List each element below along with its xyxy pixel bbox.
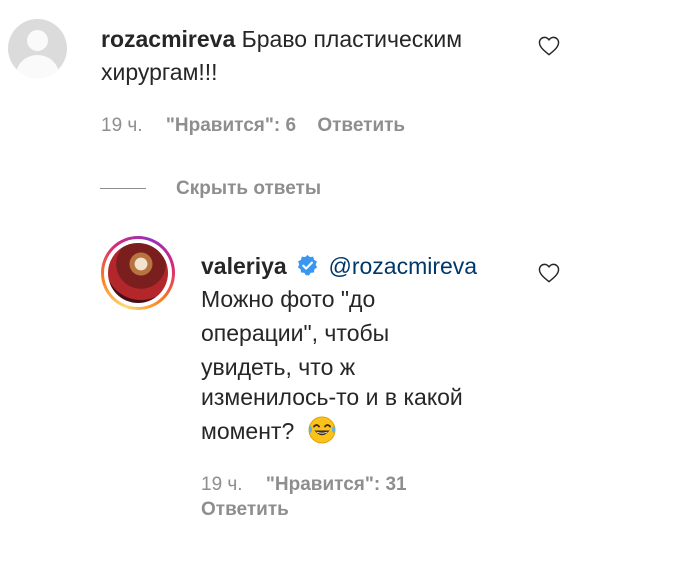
reply-text-last: момент? [201,418,295,444]
reply-time: 19 ч. [201,474,243,495]
comment-likes[interactable]: "Нравится": 6 [166,115,296,136]
reply-text-line: момент? [201,415,337,447]
comment-body: rozacmireva Браво пластическим [101,24,521,55]
mention-link[interactable]: @rozacmireva [328,253,477,279]
hide-replies-button[interactable]: Скрыть ответы [176,177,321,201]
comment-meta: 19 ч. "Нравится": 6 Ответить [101,114,405,138]
comment-text-line: хирургам!!! [101,59,218,85]
avatar[interactable] [8,19,67,78]
reply-text-line: операции", чтобы [201,320,390,346]
replies-divider-line [100,188,146,189]
reply-header: valeriya @rozacmireva [201,251,477,282]
reply-likes[interactable]: "Нравится": 31 [266,474,407,495]
comment-time: 19 ч. [101,115,143,136]
avatar[interactable] [101,236,175,310]
comment-text-line: Браво пластическим [241,26,463,52]
verified-badge-icon [298,254,318,276]
reply-text-line: Можно фото "до [201,286,376,312]
reply-meta-second-line: Ответить [201,498,289,522]
heart-icon[interactable] [538,36,560,56]
avatar-placeholder-body [16,55,59,78]
reply-text-line: изменилось-то и в какой [201,384,463,410]
heart-icon[interactable] [538,263,560,283]
laughing-tears-emoji-icon [308,416,336,444]
reply-username[interactable]: valeriya [201,253,287,279]
reply-button[interactable]: Ответить [201,499,289,520]
avatar-photo [108,243,168,303]
reply-button[interactable]: Ответить [317,115,405,136]
reply-meta: 19 ч. "Нравится": 31 [201,473,407,497]
comment-username[interactable]: rozacmireva [101,26,235,52]
reply-text-line: увидеть, что ж [201,354,356,380]
avatar-placeholder-head [27,30,48,51]
